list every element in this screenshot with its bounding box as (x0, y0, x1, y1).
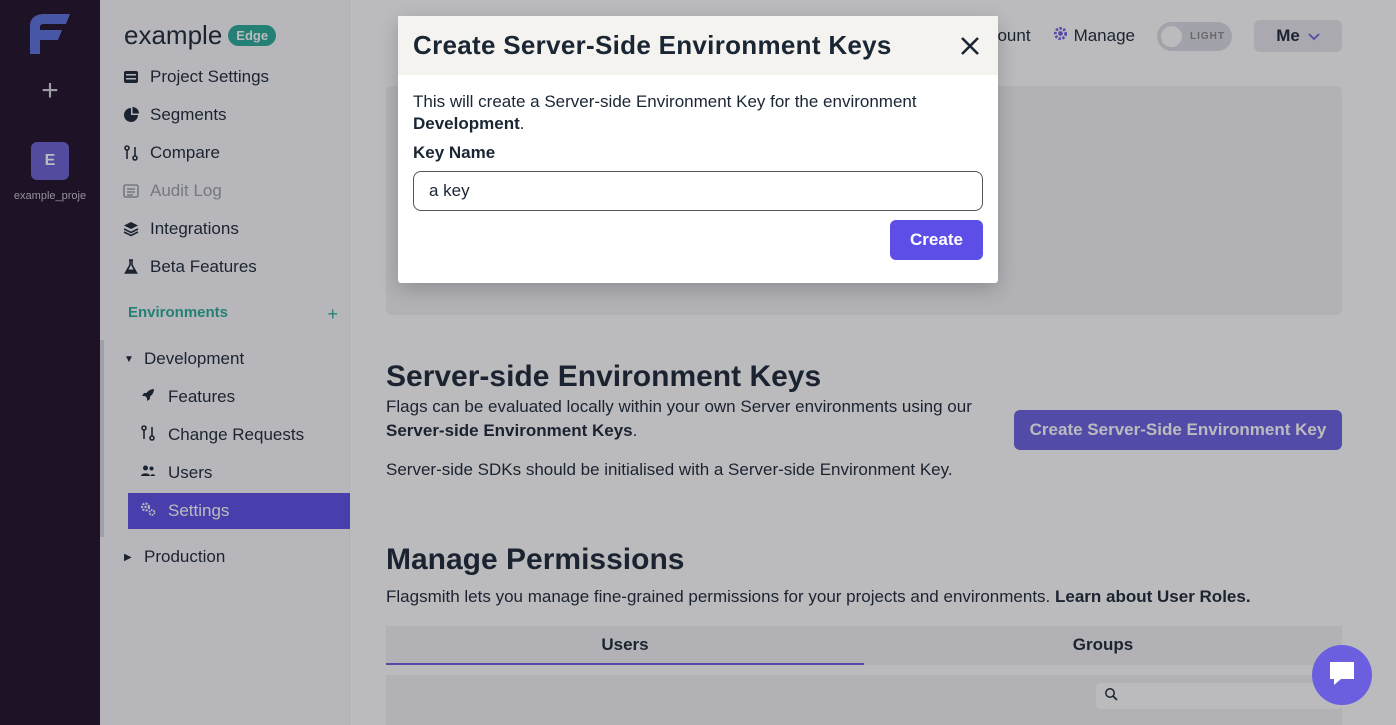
chat-bubble-icon (1327, 659, 1357, 692)
key-name-input[interactable] (413, 171, 983, 211)
modal-body: This will create a Server-side Environme… (398, 75, 998, 227)
create-button[interactable]: Create (890, 220, 983, 260)
modal-desc-suffix: . (519, 114, 525, 133)
modal-description: This will create a Server-side Environme… (413, 91, 983, 135)
chat-button[interactable] (1312, 645, 1372, 705)
key-name-label: Key Name (413, 143, 496, 162)
modal-desc-prefix: This will create a Server-side Environme… (413, 92, 917, 111)
modal-desc-env: Development (413, 114, 520, 133)
create-key-modal: Create Server-Side Environment Keys This… (398, 16, 998, 283)
modal-header: Create Server-Side Environment Keys (398, 16, 998, 75)
modal-title: Create Server-Side Environment Keys (413, 30, 892, 60)
close-icon[interactable] (957, 33, 983, 59)
